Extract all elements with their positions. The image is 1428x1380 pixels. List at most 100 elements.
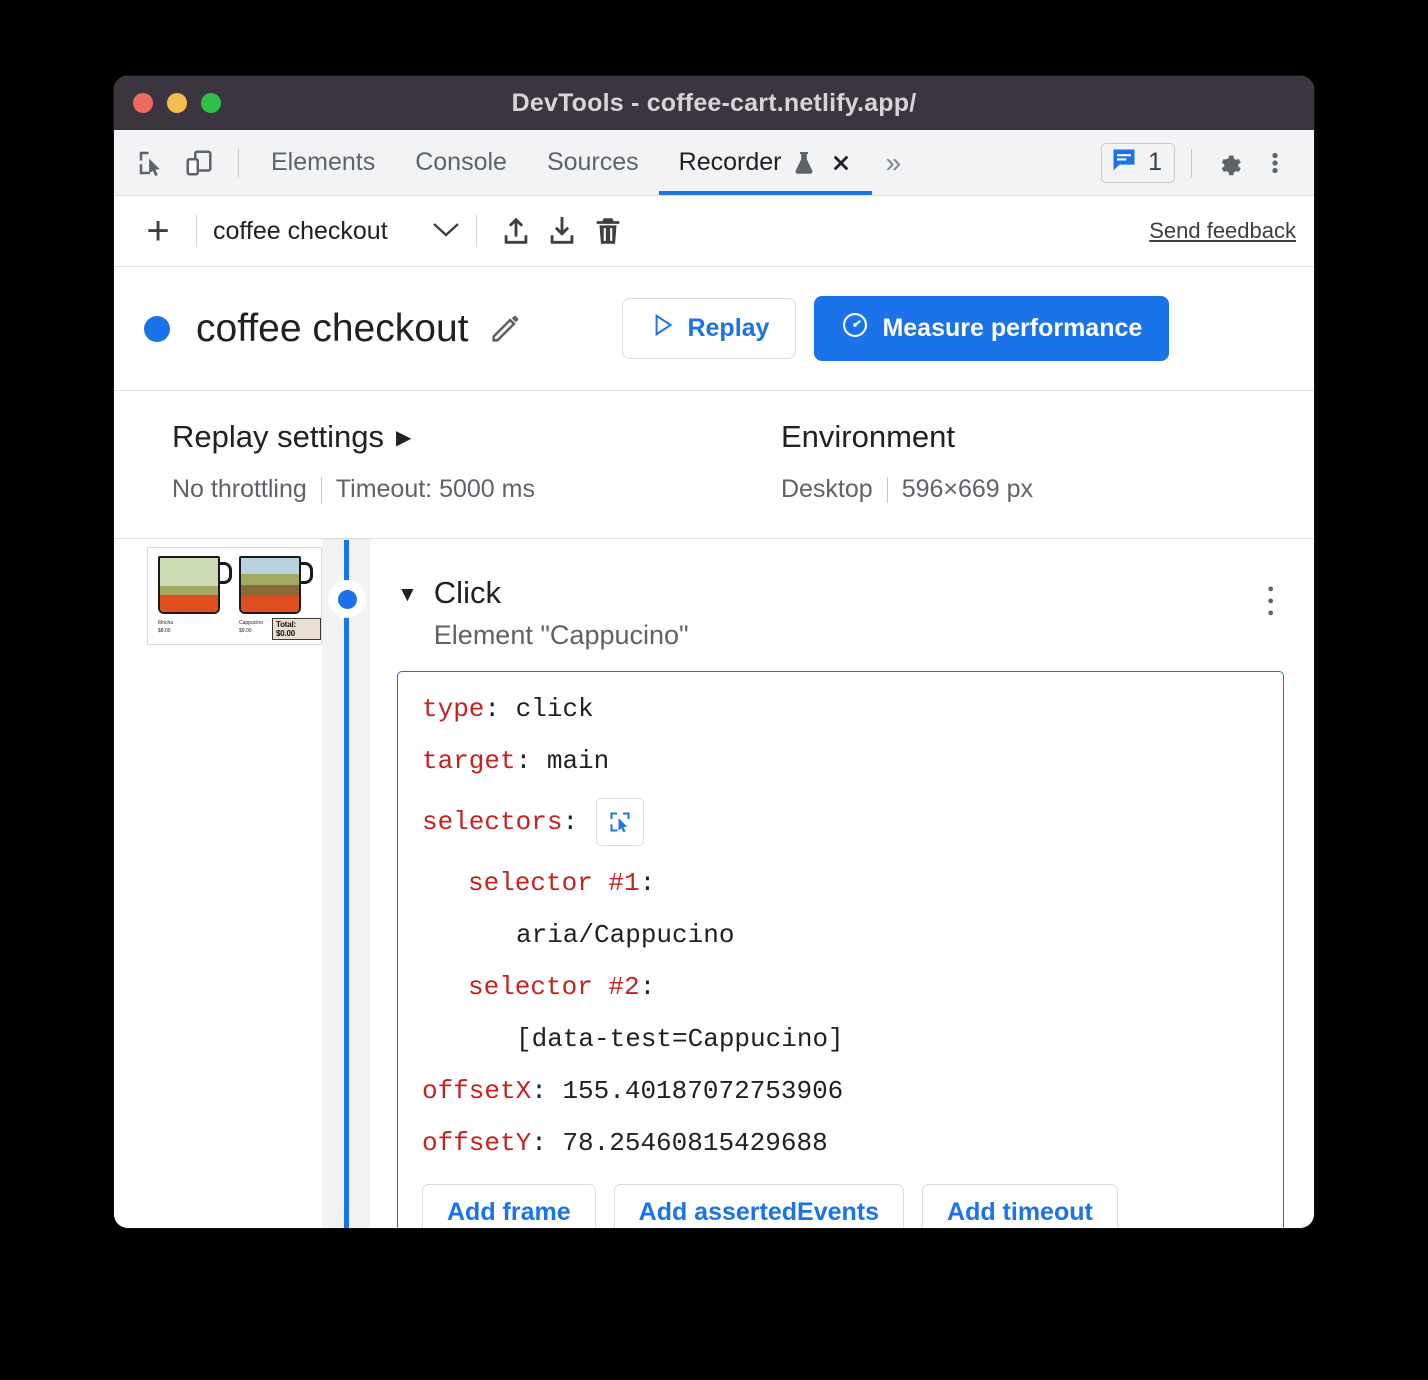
replay-button-label: Replay <box>687 314 769 343</box>
cup-handle <box>218 562 232 584</box>
detail-row-offsety: offsetY: 78.25460815429688 <box>398 1128 1283 1158</box>
replay-settings-summary: No throttling Timeout: 5000 ms <box>172 475 535 504</box>
recording-settings-row: Replay settings ▶ No throttling Timeout:… <box>114 391 1314 539</box>
recording-selector[interactable]: coffee checkout <box>213 217 460 246</box>
detail-row-offsetx: offsetX: 155.40187072753906 <box>398 1076 1283 1106</box>
toolbar-divider-2 <box>476 215 477 247</box>
export-upload-icon[interactable] <box>493 208 539 254</box>
environment-summary: Desktop 596×669 px <box>781 475 1033 504</box>
measure-performance-label: Measure performance <box>882 314 1142 343</box>
step-expand-caret[interactable]: ▼ <box>397 584 418 605</box>
cup-handle-2 <box>299 562 313 584</box>
steps-area: Mocha $8.00 Cappucino $9.00 Total: $0.00… <box>114 539 1314 1228</box>
cup-label-mocha: Mocha $8.00 <box>158 620 173 635</box>
trash-icon[interactable] <box>585 208 631 254</box>
detail-row-target: target: main <box>398 746 1283 776</box>
step-add-buttons: Add frame Add assertedEvents Add timeout <box>398 1180 1283 1228</box>
toolbar-divider <box>196 215 197 247</box>
summary-divider <box>321 477 322 503</box>
console-message-count: 1 <box>1148 148 1162 177</box>
step-more-menu-button[interactable]: ●●● <box>1267 577 1284 619</box>
tab-recorder[interactable]: Recorder <box>659 130 872 195</box>
throttling-value: No throttling <box>172 475 307 504</box>
step-subtitle: Element "Cappucino" <box>434 620 1268 651</box>
play-outline-icon <box>649 312 675 345</box>
step-screenshot-thumbnail[interactable]: Mocha $8.00 Cappucino $9.00 Total: $0.00 <box>147 547 322 645</box>
recorder-toolbar: + coffee checkout <box>114 196 1314 267</box>
devtools-tabbar: Elements Console Sources Recorder <box>114 130 1314 196</box>
cup-label-cappucino: Cappucino $9.00 <box>239 620 263 635</box>
tabbar-left-tools <box>114 130 251 195</box>
cup-layer <box>241 585 299 596</box>
timeline-line <box>344 540 349 1228</box>
cup-layer <box>160 558 218 586</box>
inspect-cursor-icon[interactable] <box>130 142 172 184</box>
cup-layer <box>241 558 299 574</box>
cup-layer <box>160 595 218 612</box>
add-frame-button[interactable]: Add frame <box>422 1184 596 1228</box>
detail-row-selectors: selectors: <box>398 798 1283 846</box>
tab-sources[interactable]: Sources <box>527 130 659 195</box>
recording-selector-value: coffee checkout <box>213 217 388 246</box>
devtools-tabs: Elements Console Sources Recorder <box>251 130 915 195</box>
send-feedback-link[interactable]: Send feedback <box>1149 218 1296 244</box>
close-icon[interactable] <box>830 152 852 174</box>
detail-row-selector-1-value[interactable]: aria/Cappucino <box>398 920 1283 950</box>
create-recording-button[interactable]: + <box>136 211 180 251</box>
window-controls <box>133 93 221 113</box>
selector-picker-icon[interactable] <box>596 798 644 846</box>
close-window-button[interactable] <box>133 93 153 113</box>
replay-settings-label: Replay settings <box>172 419 384 455</box>
steps-timeline-rail <box>322 539 370 1228</box>
step-column: ▼ Click Element "Cappucino" ●●● type: cl… <box>370 539 1314 1228</box>
step-marker-dot[interactable] <box>328 580 366 618</box>
replay-button[interactable]: Replay <box>622 298 796 359</box>
device-toolbar-icon[interactable] <box>178 142 220 184</box>
maximize-window-button[interactable] <box>201 93 221 113</box>
recording-status-dot <box>144 316 170 342</box>
tab-console[interactable]: Console <box>395 130 527 195</box>
tabbar-right-tools: 1 <box>1101 130 1314 195</box>
coffee-cup-mocha <box>158 556 220 614</box>
cup-layer <box>241 596 299 612</box>
cup-layer <box>241 574 299 585</box>
environment-viewport: 596×669 px <box>902 475 1033 504</box>
detail-row-type: type: click <box>398 694 1283 724</box>
add-timeout-button[interactable]: Add timeout <box>922 1184 1118 1228</box>
recording-actions: Replay Measure performance <box>622 296 1169 361</box>
chevron-right-icon: ▶ <box>396 425 411 450</box>
tab-console-label: Console <box>415 148 507 177</box>
step-detail-panel: type: click target: main selectors: <box>397 671 1284 1228</box>
add-asserted-events-button[interactable]: Add assertedEvents <box>614 1184 904 1228</box>
window-titlebar: DevTools - coffee-cart.netlify.app/ <box>114 76 1314 130</box>
gear-icon[interactable] <box>1208 142 1250 184</box>
tabbar-divider-right <box>1191 149 1192 177</box>
environment-device: Desktop <box>781 475 873 504</box>
step-header[interactable]: ▼ Click Element "Cappucino" ●●● <box>397 577 1284 651</box>
console-drawer-button[interactable]: 1 <box>1101 143 1175 183</box>
tab-recorder-label: Recorder <box>679 148 782 177</box>
screenshot-column: Mocha $8.00 Cappucino $9.00 Total: $0.00 <box>114 539 322 1228</box>
console-drawer-icon <box>1110 146 1138 179</box>
devtools-window: DevTools - coffee-cart.netlify.app/ <box>114 76 1314 1228</box>
timeout-value: Timeout: 5000 ms <box>336 475 535 504</box>
minimize-window-button[interactable] <box>167 93 187 113</box>
coffee-cup-cappucino <box>239 556 301 614</box>
gauge-icon <box>841 311 869 346</box>
environment-label: Environment <box>781 419 955 455</box>
chevron-down-icon <box>432 217 460 246</box>
replay-settings-toggle[interactable]: Replay settings ▶ <box>172 419 535 455</box>
tab-elements[interactable]: Elements <box>251 130 395 195</box>
window-title: DevTools - coffee-cart.netlify.app/ <box>114 89 1314 118</box>
more-vertical-icon[interactable] <box>1254 142 1296 184</box>
pencil-icon[interactable] <box>488 312 522 346</box>
step-title-group: Click Element "Cappucino" <box>434 577 1268 651</box>
cart-total-badge: Total: $0.00 <box>272 618 321 640</box>
detail-row-selector-2-value[interactable]: [data-test=Cappucino] <box>398 1024 1283 1054</box>
tab-sources-label: Sources <box>547 148 639 177</box>
recording-header: coffee checkout Replay <box>114 267 1314 391</box>
tabs-overflow-button[interactable]: » <box>872 130 916 195</box>
flask-icon <box>792 150 816 176</box>
import-download-icon[interactable] <box>539 208 585 254</box>
measure-performance-button[interactable]: Measure performance <box>814 296 1169 361</box>
